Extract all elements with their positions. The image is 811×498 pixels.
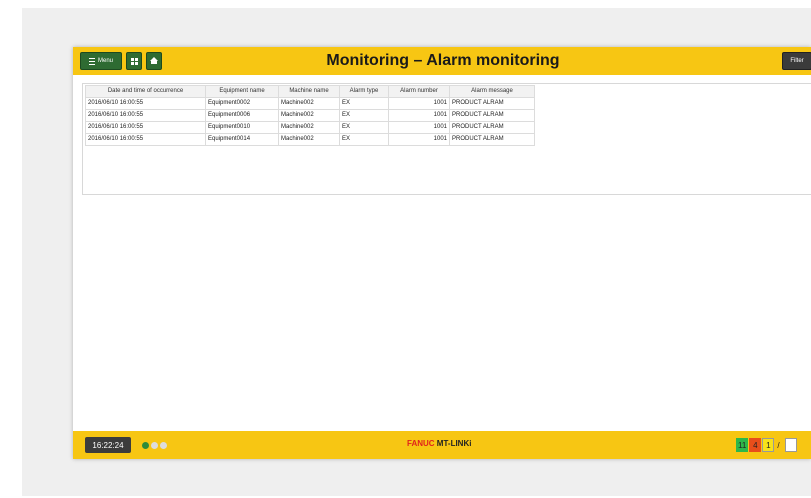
column-header[interactable]: Alarm message	[449, 85, 535, 98]
cell-alarm-message: PRODUCT ALRAM	[449, 121, 535, 134]
cell-equipment: Equipment0010	[205, 121, 279, 134]
cell-alarm-type: EX	[339, 133, 389, 146]
page-dot-active[interactable]	[142, 442, 149, 449]
table-row[interactable]: 2016/06/10 16:00:55 Equipment0010 Machin…	[85, 121, 535, 134]
cell-alarm-type: EX	[339, 121, 389, 134]
column-header[interactable]: Equipment name	[205, 85, 279, 98]
grid-icon	[130, 57, 138, 65]
brand-logo: FANUC MT-LINKi	[407, 439, 471, 448]
cell-datetime: 2016/06/10 16:00:55	[85, 121, 206, 134]
cell-alarm-message: PRODUCT ALRAM	[449, 109, 535, 122]
table-row[interactable]: 2016/06/10 16:00:55 Equipment0006 Machin…	[85, 109, 535, 122]
cell-alarm-number: 1001	[388, 121, 450, 134]
page-title: Monitoring – Alarm monitoring	[326, 52, 560, 69]
alarm-table: Date and time of occurrence Equipment na…	[85, 85, 535, 146]
status-counts: 11 4 1 /	[736, 438, 797, 452]
clock-display: 16:22:24	[85, 437, 131, 453]
hamburger-icon	[88, 57, 95, 65]
cell-datetime: 2016/06/10 16:00:55	[85, 109, 206, 122]
cell-equipment: Equipment0006	[205, 109, 279, 122]
status-count-red[interactable]: 4	[749, 438, 762, 452]
status-separator: /	[777, 440, 780, 450]
page-dot[interactable]	[160, 442, 167, 449]
cell-machine: Machine002	[278, 109, 340, 122]
brand-product: MT-LINKi	[436, 439, 472, 448]
column-header[interactable]: Alarm type	[339, 85, 389, 98]
cell-equipment: Equipment0014	[205, 133, 279, 146]
cell-alarm-number: 1001	[388, 97, 450, 110]
cell-alarm-type: EX	[339, 97, 389, 110]
cell-machine: Machine002	[278, 133, 340, 146]
page-indicator	[142, 442, 167, 449]
status-count-total[interactable]	[784, 438, 797, 452]
table-row[interactable]: 2016/06/10 16:00:55 Equipment0014 Machin…	[85, 133, 535, 146]
cell-alarm-message: PRODUCT ALRAM	[449, 97, 535, 110]
column-header[interactable]: Alarm number	[388, 85, 450, 98]
table-row[interactable]: 2016/06/10 16:00:55 Equipment0002 Machin…	[85, 97, 535, 110]
header-bar: Menu Monitoring – Alarm monitoring Filte…	[73, 47, 811, 75]
cell-alarm-type: EX	[339, 109, 389, 122]
column-header[interactable]: Date and time of occurrence	[85, 85, 206, 98]
cell-datetime: 2016/06/10 16:00:55	[85, 133, 206, 146]
footer-bar: 16:22:24 FANUC MT-LINKi 11 4 1 /	[73, 431, 811, 459]
cell-alarm-message: PRODUCT ALRAM	[449, 133, 535, 146]
menu-button[interactable]: Menu	[80, 52, 122, 70]
grid-view-button[interactable]	[126, 52, 142, 70]
cell-equipment: Equipment0002	[205, 97, 279, 110]
cell-machine: Machine002	[278, 121, 340, 134]
menu-label: Menu	[97, 58, 113, 64]
filter-button[interactable]: Filter	[782, 52, 811, 70]
table-header-row: Date and time of occurrence Equipment na…	[85, 85, 535, 98]
cell-datetime: 2016/06/10 16:00:55	[85, 97, 206, 110]
home-icon	[150, 57, 158, 64]
brand-fanuc: FANUC	[407, 439, 435, 448]
status-count-green[interactable]: 11	[736, 438, 749, 452]
app-window: Menu Monitoring – Alarm monitoring Filte…	[73, 47, 811, 459]
home-button[interactable]	[146, 52, 162, 70]
cell-machine: Machine002	[278, 97, 340, 110]
cell-alarm-number: 1001	[388, 109, 450, 122]
page-dot[interactable]	[151, 442, 158, 449]
cell-alarm-number: 1001	[388, 133, 450, 146]
column-header[interactable]: Machine name	[278, 85, 340, 98]
status-count-yellow[interactable]: 1	[762, 438, 775, 452]
